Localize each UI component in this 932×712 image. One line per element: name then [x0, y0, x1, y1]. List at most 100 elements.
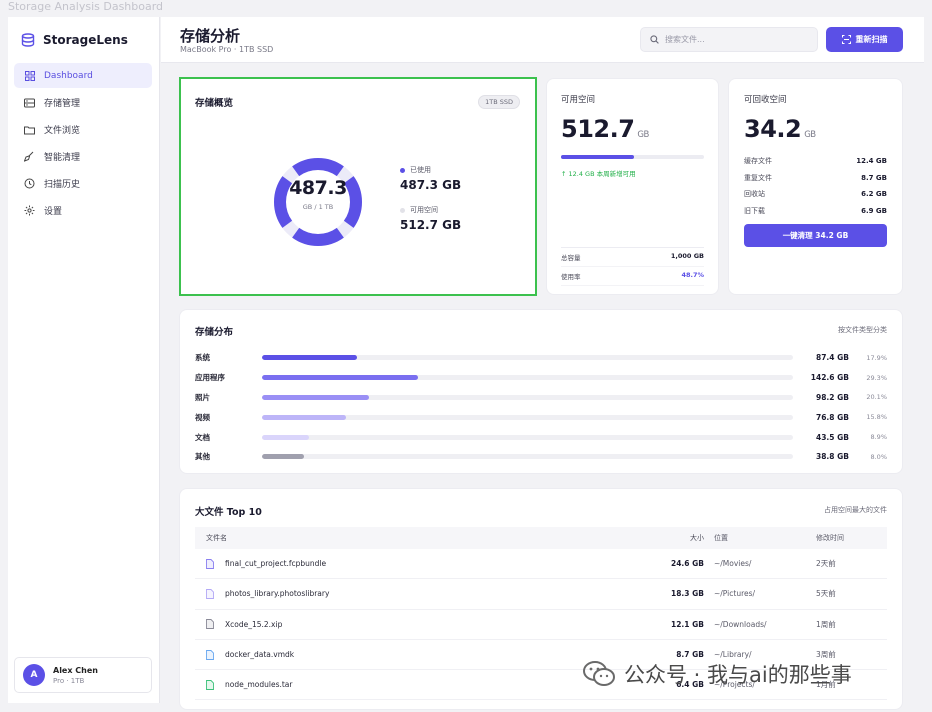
- file-name: final_cut_project.fcpbundle: [225, 559, 327, 569]
- distribution-label: 文档: [195, 432, 210, 442]
- distribution-bar: [262, 394, 793, 400]
- stat-value: 1,000 GB: [670, 252, 704, 260]
- distribution-bar-fill: [262, 394, 369, 400]
- distribution-row: 应用程序 142.6 GB 29.3%: [195, 368, 887, 388]
- storage-distribution-card: 存储分布 按文件类型分类 系统 87.4 GB 17.9% 应用程序 142.6 GB 2…: [180, 310, 902, 473]
- broom-icon: [24, 151, 35, 162]
- reclaim-value: 6.9 GB: [861, 206, 887, 215]
- sidebar-item-files[interactable]: 文件浏览: [14, 117, 152, 142]
- table-row[interactable]: Xcode_15.2.xip 12.1 GB ~/Downloads/1周前: [195, 610, 887, 640]
- file-name: node_modules.tar: [225, 680, 293, 690]
- top-files-title: 大文件 Top 10: [195, 507, 262, 518]
- sidebar-item-dashboard[interactable]: Dashboard: [14, 63, 152, 88]
- rescan-label: 重新扫描: [855, 35, 888, 44]
- file-name-cell: final_cut_project.fcpbundle: [195, 558, 614, 569]
- file-modified: 5天前: [816, 589, 836, 599]
- user-card[interactable]: A Alex Chen Pro · 1TB: [14, 657, 152, 693]
- reclaimable-unit: GB: [804, 130, 816, 140]
- rescan-button[interactable]: 重新扫描: [826, 27, 903, 52]
- file-icon: [206, 588, 214, 599]
- distribution-percent: 17.9%: [866, 353, 887, 362]
- brand[interactable]: StorageLens: [21, 33, 128, 47]
- distribution-label: 应用程序: [195, 373, 225, 383]
- distribution-bar-fill: [262, 375, 418, 381]
- distribution-row: 系统 87.4 GB 17.9%: [195, 348, 887, 368]
- distribution-bar-fill: [262, 454, 305, 460]
- sidebar-item-settings[interactable]: 设置: [14, 198, 152, 223]
- file-name-cell: node_modules.tar: [195, 679, 614, 690]
- free-space-card: 可用空间 512.7 GB ↑ 12.4 GB 本周新增可用 总容量 1,000 …: [547, 79, 718, 294]
- avatar: A: [23, 664, 45, 686]
- column-header-name[interactable]: 文件名: [195, 533, 614, 543]
- file-name-cell: photos_library.photoslibrary: [195, 588, 614, 599]
- free-space-value: 512.7 GB: [561, 115, 649, 143]
- legend-free-label: 可用空间: [410, 206, 438, 214]
- storage-overview-card: 存储概览 1TB SSD 487.3 GB / 1 TB 已使用 487.3 G…: [179, 77, 537, 296]
- reclaim-label: 重复文件: [744, 173, 772, 182]
- column-header-size[interactable]: 大小: [614, 533, 704, 543]
- free-space-bar-fill: [561, 155, 635, 159]
- storage-icon: [24, 97, 35, 108]
- file-size: 8.7 GB: [676, 650, 704, 660]
- ssd-tag: 1TB SSD: [478, 95, 520, 109]
- distribution-bar-fill: [262, 414, 346, 420]
- user-info: Alex Chen Pro · 1TB: [53, 666, 98, 685]
- watermark: 公众号 · 我与ai的那些事: [582, 659, 852, 689]
- distribution-bar: [262, 454, 793, 460]
- distribution-percent: 20.1%: [866, 393, 887, 402]
- distribution-label: 视频: [195, 412, 210, 422]
- distribution-bar: [262, 355, 793, 361]
- sidebar: StorageLens Dashboard 存储管理 文件浏览 智能清理 扫描历…: [8, 17, 160, 703]
- reclaim-label: 缓存文件: [744, 157, 772, 166]
- search-box[interactable]: [640, 27, 818, 52]
- reclaim-row-downloads: 旧下载 6.9 GB: [744, 203, 887, 220]
- distribution-hint: 按文件类型分类: [838, 326, 887, 334]
- legend-used: 已使用 487.3 GB: [400, 165, 461, 192]
- window-caption: Storage Analysis Dashboard: [8, 0, 164, 13]
- usage-donut-chart: [274, 158, 362, 246]
- distribution-size: 87.4 GB: [816, 353, 849, 363]
- reclaim-label: 回收站: [744, 190, 765, 199]
- column-header-location[interactable]: 位置: [704, 533, 816, 543]
- stat-label: 使用率: [561, 273, 581, 281]
- folder-icon: [24, 124, 35, 135]
- free-space-unit: GB: [637, 130, 649, 140]
- table-row[interactable]: photos_library.photoslibrary 18.3 GB ~/Pic…: [195, 579, 887, 610]
- file-size: 12.1 GB: [671, 619, 704, 629]
- distribution-row: 其他 38.8 GB 8.0%: [195, 447, 887, 467]
- reclaim-label: 旧下载: [744, 206, 765, 215]
- file-location: ~/Library/: [714, 650, 752, 660]
- reclaimable-value: 34.2 GB: [744, 115, 816, 143]
- distribution-size: 98.2 GB: [816, 392, 849, 402]
- distribution-percent: 15.8%: [866, 413, 887, 422]
- column-header-modified[interactable]: 修改时间: [816, 533, 887, 543]
- one-click-clean-button[interactable]: 一键清理 34.2 GB: [744, 224, 887, 247]
- reclaimable-list: 缓存文件 12.4 GB 重复文件 8.7 GB 回收站 6.2 GB 旧下载 6.9 …: [744, 153, 887, 219]
- free-dot-icon: [400, 207, 405, 213]
- distribution-percent: 8.0%: [870, 452, 887, 461]
- donut-subtitle: GB / 1 TB: [302, 203, 334, 211]
- stat-row-total: 总容量 1,000 GB: [561, 248, 704, 267]
- reclaim-value: 6.2 GB: [861, 190, 887, 199]
- search-input[interactable]: [665, 35, 805, 44]
- distribution-size: 38.8 GB: [816, 452, 849, 462]
- distribution-title: 存储分布: [195, 327, 234, 338]
- gear-icon: [24, 205, 35, 216]
- table-header: 文件名 大小 位置 修改时间: [195, 527, 887, 549]
- free-space-number: 512.7: [561, 115, 635, 143]
- sidebar-item-label: 文件浏览: [44, 126, 81, 136]
- sidebar-item-storage[interactable]: 存储管理: [14, 90, 152, 115]
- sidebar-item-cleanup[interactable]: 智能清理: [14, 144, 152, 169]
- table-row[interactable]: final_cut_project.fcpbundle 24.6 GB ~/Movi…: [195, 549, 887, 580]
- sidebar-item-label: Dashboard: [44, 70, 93, 81]
- search-icon: [650, 35, 659, 44]
- page-title: 存储分析: [180, 27, 241, 45]
- sidebar-item-label: 设置: [44, 207, 63, 217]
- sidebar-item-history[interactable]: 扫描历史: [14, 171, 152, 196]
- file-location: ~/Pictures/: [714, 589, 756, 599]
- file-location: ~/Downloads/: [714, 619, 767, 629]
- watermark-text: 公众号 · 我与ai的那些事: [624, 663, 852, 687]
- header: 存储分析 MacBook Pro · 1TB SSD 重新扫描: [161, 17, 924, 63]
- donut-segment: [292, 227, 344, 246]
- file-icon: [206, 558, 214, 569]
